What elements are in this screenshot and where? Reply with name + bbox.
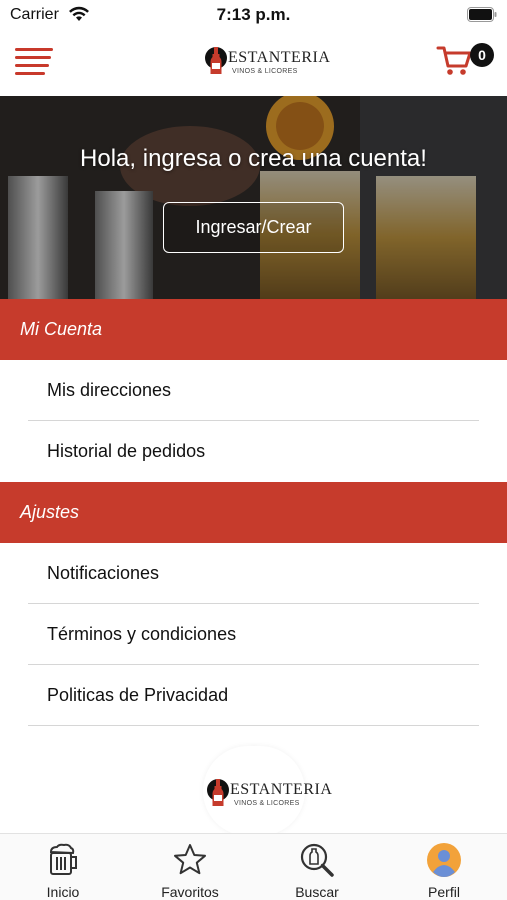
divider [28,725,479,726]
wine-bottle-icon [205,47,227,74]
section-header-mi-cuenta: Mi Cuenta [0,299,507,360]
profile-avatar-icon [427,843,461,877]
tab-label: Favoritos [161,884,219,900]
brand-logo: ESTANTERIA VINOS & LICORES [204,44,330,80]
list-item-label: Términos y condiciones [47,624,237,644]
status-bar: Carrier 7:13 p.m. [0,0,507,30]
list-item-label: Mis direcciones [47,380,172,400]
tab-perfil[interactable]: Perfil [381,834,507,900]
logo-subtitle: VINOS & LICORES [232,68,298,75]
brand-logo: ESTANTERIA VINOS & LICORES [206,779,332,820]
list-item-label: Historial de pedidos [47,441,206,461]
hero-banner: Hola, ingresa o crea una cuenta! Ingresa… [0,96,507,299]
list-item-label: Politicas de Privacidad [47,685,229,705]
list-item-politicas-de-privacidad[interactable]: Politicas de Privacidad [0,665,507,726]
tab-buscar[interactable]: Buscar [254,834,380,900]
login-create-button[interactable]: Ingresar/Crear [163,202,344,253]
cart-icon [436,46,472,75]
tab-favoritos[interactable]: Favoritos [127,834,253,900]
app-header: ESTANTERIA VINOS & LICORES 0 [0,30,507,96]
logo-text: ESTANTERIA [228,49,331,66]
battery-icon [467,7,497,22]
list-item-label: Notificaciones [47,563,160,583]
hero-title: Hola, ingresa o crea una cuenta! [80,145,427,172]
list-item-mis-direcciones[interactable]: Mis direcciones [0,360,507,421]
beer-mug-icon [49,843,77,875]
tab-label: Buscar [295,884,339,900]
logo-text: ESTANTERIA [230,781,333,798]
tab-label: Perfil [428,884,460,900]
star-icon [174,844,206,875]
list-item-notificaciones[interactable]: Notificaciones [0,543,507,604]
hero-background-image [0,96,507,299]
menu-icon-line [15,64,49,67]
search-bottle-icon [300,843,334,877]
tab-inicio[interactable]: Inicio [0,834,126,900]
menu-button[interactable] [15,46,53,76]
menu-icon-line [15,72,45,75]
logo-subtitle: VINOS & LICORES [234,800,300,807]
status-time: 7:13 p.m. [216,5,291,24]
bottom-tab-bar: Inicio Favoritos Buscar Perfil [0,833,507,900]
cart-count-badge: 0 [470,43,494,67]
list-item-historial-de-pedidos[interactable]: Historial de pedidos [0,421,507,482]
tab-label: Inicio [46,884,80,900]
wine-bottle-icon [207,779,229,806]
section-header-ajustes: Ajustes [0,482,507,543]
menu-icon-line [15,56,51,59]
menu-icon-line [15,48,53,51]
list-item-terminos-y-condiciones[interactable]: Términos y condiciones [0,604,507,665]
footer-logo: ESTANTERIA VINOS & LICORES [203,746,332,836]
